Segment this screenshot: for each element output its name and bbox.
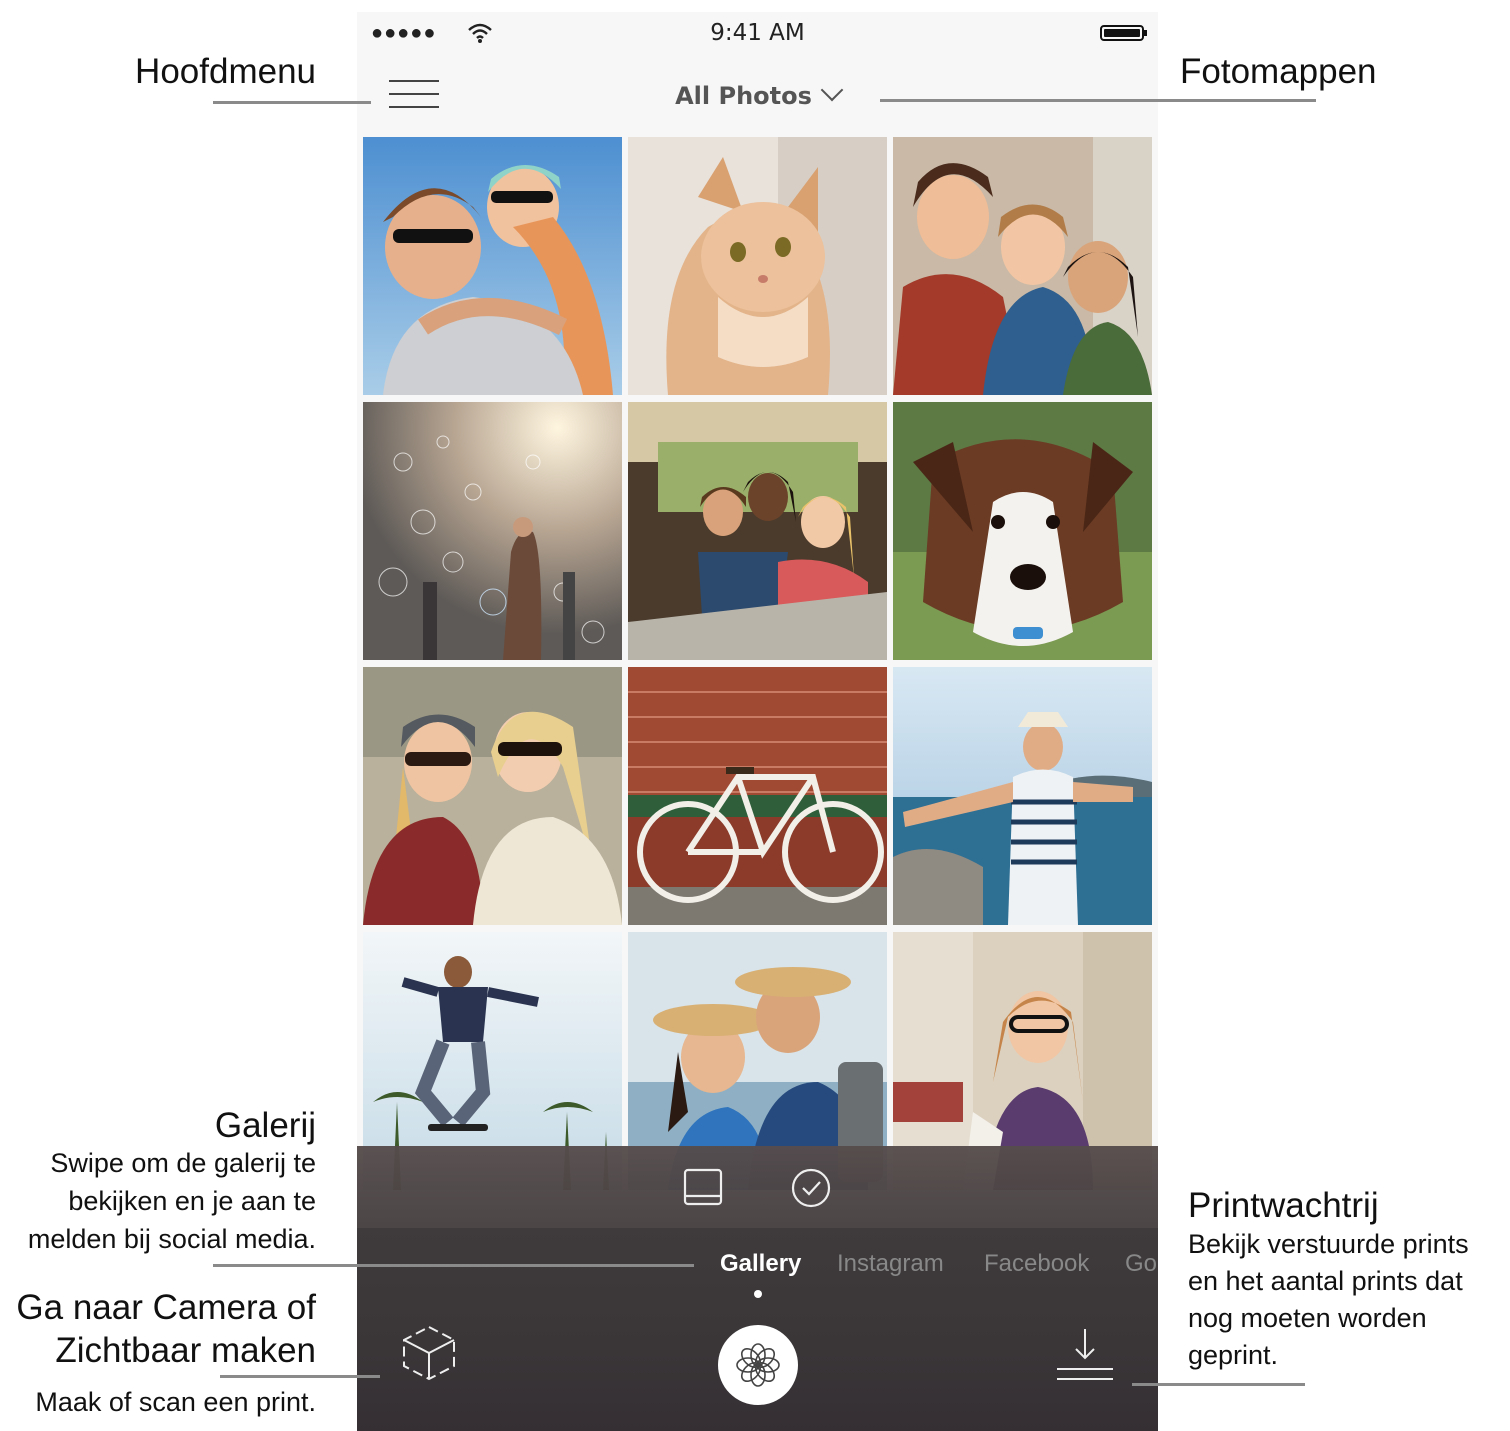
battery-icon (1100, 25, 1147, 41)
album-selector[interactable]: All Photos (357, 78, 1158, 110)
leader-line-queue (1132, 1383, 1305, 1386)
shutter-button[interactable] (718, 1325, 798, 1405)
puppy-photo[interactable] (893, 402, 1152, 660)
callout-gallery-line2: bekijken en je aan te (68, 1186, 316, 1216)
flower-shutter-icon (736, 1343, 780, 1387)
callout-gallery-line3: melden bij social media. (27, 1224, 316, 1254)
phone-screen: ●●●●● 9:41 AM All Photos Gallery Instagr… (357, 12, 1158, 1431)
print-layout-icon[interactable] (683, 1168, 723, 1211)
tab-facebook[interactable]: Facebook (984, 1250, 1089, 1278)
bubbles-street-photo[interactable] (363, 402, 622, 660)
callout-photo-folders: Fotomappen (1180, 52, 1377, 91)
status-time: 9:41 AM (710, 20, 805, 46)
status-bar: ●●●●● 9:41 AM (357, 12, 1158, 56)
leader-line-camera (220, 1375, 380, 1378)
couple-sunglasses-photo[interactable] (363, 137, 622, 395)
bicycle-brick-wall-photo[interactable] (628, 667, 887, 925)
cat-photo[interactable] (628, 137, 887, 395)
active-tab-indicator (754, 1290, 762, 1298)
callout-gallery-line1: Swipe om de galerij te (50, 1148, 316, 1178)
callout-queue-line1: Bekijk verstuurde prints (1188, 1229, 1469, 1259)
chevron-down-icon (820, 78, 844, 102)
callout-main-menu: Hoofdmenu (135, 52, 316, 91)
friends-in-car-photo[interactable] (628, 402, 887, 660)
callout-queue-line4: geprint. (1188, 1340, 1279, 1370)
tab-instagram[interactable]: Instagram (837, 1250, 944, 1278)
three-friends-photo[interactable] (893, 137, 1152, 395)
leader-line-photo-folders (880, 99, 1316, 102)
tab-google[interactable]: Goo (1125, 1250, 1158, 1278)
callout-camera-line2: Zichtbaar maken (55, 1331, 316, 1370)
callout-gallery-title: Galerij (214, 1106, 316, 1145)
callout-camera-line1: Ga naar Camera of (16, 1288, 316, 1327)
two-women-photo[interactable] (363, 667, 622, 925)
nav-bar: All Photos (357, 56, 1158, 136)
tool-bar (357, 1146, 1158, 1228)
leader-line-gallery (213, 1264, 694, 1267)
callout-queue-title: Printwachtrij (1188, 1186, 1379, 1225)
callout-queue-line2: en het aantal prints dat (1188, 1266, 1463, 1296)
print-queue-icon[interactable] (1055, 1325, 1115, 1390)
man-at-lake-photo[interactable] (893, 667, 1152, 925)
callout-queue-line3: nog moeten worden (1188, 1303, 1427, 1333)
leader-line-main-menu (213, 101, 371, 104)
source-tabs: Gallery Instagram Facebook Goo (357, 1250, 1158, 1290)
select-check-icon[interactable] (791, 1168, 831, 1213)
camera-cube-icon[interactable] (399, 1324, 459, 1387)
tab-gallery[interactable]: Gallery (720, 1250, 801, 1278)
album-title-label: All Photos (675, 82, 812, 110)
callout-camera-desc: Maak of scan een print. (35, 1387, 316, 1417)
